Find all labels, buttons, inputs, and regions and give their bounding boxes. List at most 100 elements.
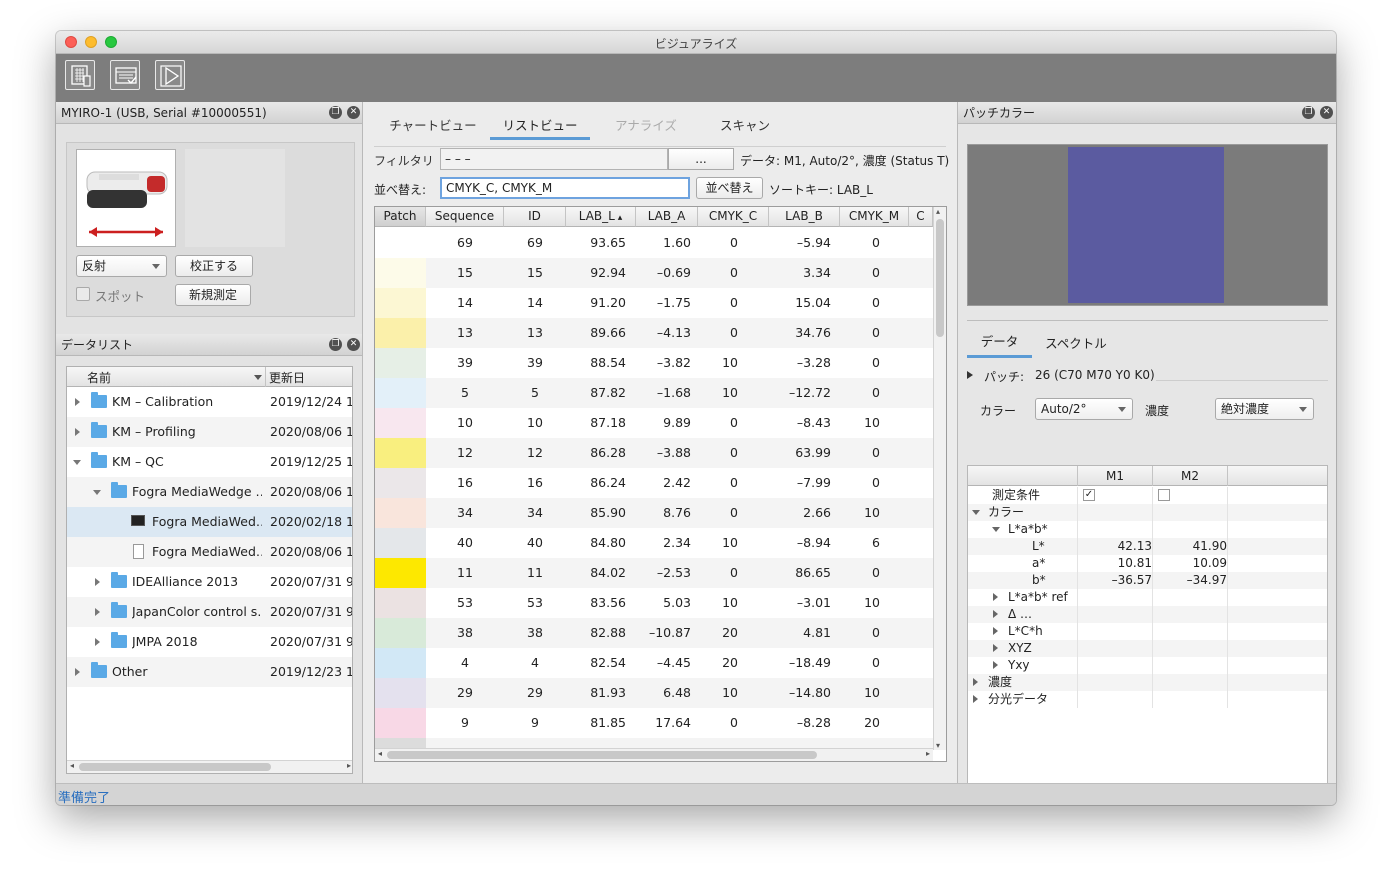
col-updated-header[interactable]: 更新日 xyxy=(269,369,305,386)
disclosure-down-icon[interactable] xyxy=(992,527,1000,532)
tab-scan[interactable]: スキャン xyxy=(700,116,790,140)
scroll-thumb[interactable] xyxy=(387,751,817,759)
disclosure-right-icon[interactable] xyxy=(75,428,80,436)
disclosure-right-icon[interactable] xyxy=(75,398,80,406)
property-row[interactable]: b* –36.57 –34.97 xyxy=(968,572,1327,589)
new-measure-button[interactable]: 新規測定 xyxy=(175,284,251,306)
disclosure-right-icon[interactable] xyxy=(75,668,80,676)
tree-item[interactable]: IDEAlliance 2013 2020/07/31 9 xyxy=(67,567,352,597)
disclosure-right-icon[interactable] xyxy=(993,610,998,618)
scroll-left-icon[interactable]: ◂ xyxy=(378,749,382,758)
filter-input[interactable]: – – – xyxy=(440,148,668,170)
table-row[interactable]: 16 16 86.24 2.42 0 –7.99 0 xyxy=(375,468,933,498)
density-select[interactable]: 絶対濃度 xyxy=(1215,398,1314,420)
column-header[interactable]: C xyxy=(909,207,933,227)
tree-item[interactable]: KM – QC 2019/12/25 1 xyxy=(67,447,352,477)
column-header[interactable]: LAB_B xyxy=(769,207,840,227)
col-name-header[interactable]: 名前 xyxy=(87,369,111,386)
table-row[interactable]: 14 14 91.20 –1.75 0 15.04 0 xyxy=(375,288,933,318)
tree-item[interactable]: Fogra MediaWed… 2020/02/18 1 xyxy=(67,507,352,537)
table-row[interactable]: 39 39 88.54 –3.82 10 –3.28 0 xyxy=(375,348,933,378)
m1-condition-checkbox[interactable]: ✓ xyxy=(1083,489,1095,501)
mode-select[interactable]: 反射 xyxy=(76,255,167,277)
table-row[interactable]: 10 10 87.18 9.89 0 –8.43 10 xyxy=(375,408,933,438)
list-view-button[interactable] xyxy=(110,60,140,90)
color-select[interactable]: Auto/2° xyxy=(1035,398,1133,420)
tree-item[interactable]: KM – Profiling 2020/08/06 1 xyxy=(67,417,352,447)
table-row[interactable]: 12 12 86.28 –3.88 0 63.99 0 xyxy=(375,438,933,468)
column-header[interactable]: ID xyxy=(504,207,566,227)
restore-panel-icon[interactable]: ❐ xyxy=(329,106,342,119)
scroll-left-icon[interactable]: ◂ xyxy=(70,761,74,770)
table-row[interactable]: 11 11 84.02 –2.53 0 86.65 0 xyxy=(375,558,933,588)
close-panel-icon[interactable]: ✕ xyxy=(347,338,360,351)
column-header[interactable]: Sequence xyxy=(426,207,504,227)
table-row[interactable]: 13 13 89.66 –4.13 0 34.76 0 xyxy=(375,318,933,348)
table-row[interactable]: 40 40 84.80 2.34 10 –8.94 6 xyxy=(375,528,933,558)
property-row[interactable]: Yxy xyxy=(968,657,1327,674)
table-row[interactable]: 34 34 85.90 8.76 0 2.66 10 xyxy=(375,498,933,528)
property-row[interactable]: L*a*b* ref xyxy=(968,589,1327,606)
disclosure-right-icon[interactable] xyxy=(993,627,998,635)
disclosure-right-icon[interactable] xyxy=(973,695,978,703)
scroll-right-icon[interactable]: ▸ xyxy=(347,761,351,770)
tab-list-view[interactable]: リストビュー xyxy=(490,116,590,140)
calibrate-button[interactable]: 校正する xyxy=(175,255,253,277)
disclosure-right-icon[interactable] xyxy=(993,644,998,652)
table-row[interactable]: 69 69 93.65 1.60 0 –5.94 0 xyxy=(375,228,933,258)
disclosure-right-icon[interactable] xyxy=(95,608,100,616)
sort-button[interactable]: 並べ替え xyxy=(696,177,763,199)
scroll-right-icon[interactable]: ▸ xyxy=(926,749,930,758)
table-row[interactable]: 53 53 83.56 5.03 10 –3.01 10 xyxy=(375,588,933,618)
table-row[interactable]: 38 38 82.88 –10.87 20 4.81 0 xyxy=(375,618,933,648)
tree-item[interactable]: JMPA 2018 2020/07/31 9 xyxy=(67,627,352,657)
table-row[interactable]: 15 15 92.94 –0.69 0 3.34 0 xyxy=(375,258,933,288)
horizontal-scrollbar[interactable]: ◂ ▸ xyxy=(67,760,352,773)
filter-options-button[interactable]: ... xyxy=(668,148,734,170)
property-row[interactable]: 測定条件 ✓ xyxy=(968,487,1327,504)
column-header[interactable]: CMYK_C xyxy=(698,207,769,227)
sort-input[interactable]: CMYK_C, CMYK_M xyxy=(440,177,690,199)
horizontal-scrollbar[interactable]: ◂ ▸ xyxy=(375,748,933,761)
tree-item[interactable]: KM – Calibration 2019/12/24 1 xyxy=(67,387,352,417)
spot-checkbox[interactable] xyxy=(76,287,90,301)
property-row[interactable]: L*a*b* xyxy=(968,521,1327,538)
disclosure-right-icon[interactable] xyxy=(993,593,998,601)
column-header[interactable]: LAB_A xyxy=(636,207,698,227)
table-row[interactable]: 4 4 82.54 –4.45 20 –18.49 0 xyxy=(375,648,933,678)
m2-condition-checkbox[interactable] xyxy=(1158,489,1170,501)
tab-data[interactable]: データ xyxy=(967,330,1032,358)
disclosure-down-icon[interactable] xyxy=(93,490,101,495)
property-row[interactable]: 分光データ xyxy=(968,691,1327,708)
tree-item[interactable]: Fogra MediaWed… 2020/08/06 1 xyxy=(67,537,352,567)
disclosure-right-icon[interactable] xyxy=(973,678,978,686)
analyze-button[interactable] xyxy=(155,60,185,90)
scroll-up-icon[interactable]: ▴ xyxy=(936,207,940,216)
vertical-scrollbar[interactable]: ▴ ▾ xyxy=(933,207,946,750)
table-row[interactable]: 9 9 81.85 17.64 0 –8.28 20 xyxy=(375,708,933,738)
property-row[interactable]: XYZ xyxy=(968,640,1327,657)
property-row[interactable]: L*C*h xyxy=(968,623,1327,640)
instrument-button[interactable] xyxy=(65,60,95,90)
table-row[interactable]: 5 5 87.82 –1.68 10 –12.72 0 xyxy=(375,378,933,408)
close-panel-icon[interactable]: ✕ xyxy=(1320,106,1333,119)
tree-item[interactable]: JapanColor control s… 2020/07/31 9 xyxy=(67,597,352,627)
scroll-down-icon[interactable]: ▾ xyxy=(936,741,940,750)
disclosure-right-icon[interactable] xyxy=(993,661,998,669)
property-row[interactable]: L* 42.13 41.90 xyxy=(968,538,1327,555)
property-row[interactable]: 濃度 xyxy=(968,674,1327,691)
column-header[interactable]: Patch xyxy=(375,207,426,227)
restore-panel-icon[interactable]: ❐ xyxy=(329,338,342,351)
tree-item[interactable]: Other 2019/12/23 1 xyxy=(67,657,352,687)
table-row[interactable]: 29 29 81.93 6.48 10 –14.80 10 xyxy=(375,678,933,708)
tab-spectrum[interactable]: スペクトル xyxy=(1036,332,1116,358)
tree-item[interactable]: Fogra MediaWedge … 2020/08/06 1 xyxy=(67,477,352,507)
tab-chart-view[interactable]: チャートビュー xyxy=(383,116,483,140)
scroll-thumb[interactable] xyxy=(936,219,944,337)
expand-patch-icon[interactable] xyxy=(967,371,973,379)
restore-panel-icon[interactable]: ❐ xyxy=(1302,106,1315,119)
disclosure-down-icon[interactable] xyxy=(73,460,81,465)
disclosure-right-icon[interactable] xyxy=(95,578,100,586)
column-header[interactable]: CMYK_M xyxy=(840,207,909,227)
property-row[interactable]: カラー xyxy=(968,504,1327,521)
